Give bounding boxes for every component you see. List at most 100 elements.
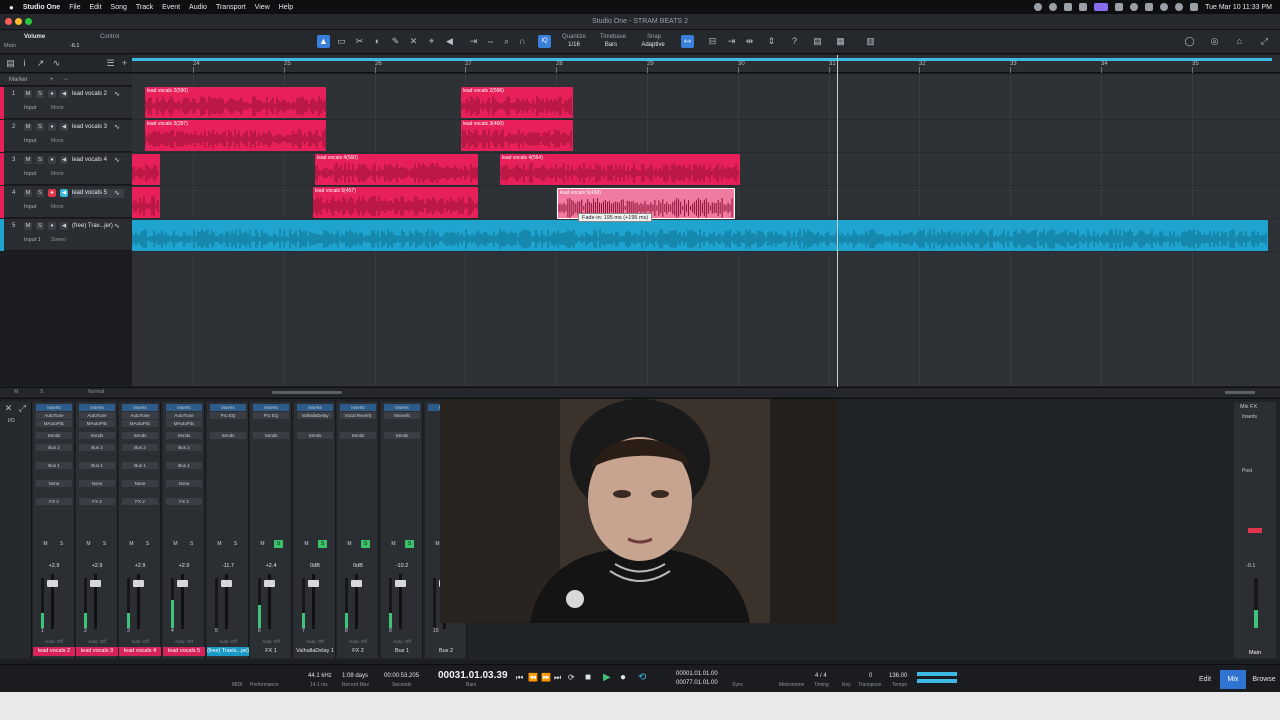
track-input-select[interactable]: Input <box>24 171 36 177</box>
snap-select[interactable]: Adaptive <box>638 42 668 48</box>
nudge-icon[interactable]: ⇹ <box>743 35 756 48</box>
menu-audio[interactable]: Audio <box>189 4 207 11</box>
sync-icon[interactable]: ◎ <box>1208 35 1221 48</box>
midi-label[interactable]: MIDI <box>232 682 243 688</box>
menu-track[interactable]: Track <box>136 4 153 11</box>
channel-name[interactable]: (free) Travis...pe) <box>207 647 249 656</box>
input-select[interactable]: None <box>79 480 115 487</box>
insert-slot[interactable]: Inserts <box>297 404 333 411</box>
track-header[interactable]: 5 M S ● ◀ (free) Trav...jer) ∿ Input 1 Stereo <box>0 219 132 251</box>
fullscreen-icon[interactable]: ⤢ <box>1258 35 1271 48</box>
sends-slot[interactable]: Sends <box>79 432 115 439</box>
sync-label[interactable]: Sync <box>732 682 743 688</box>
tempo-value[interactable]: 136.00 <box>889 673 907 679</box>
output-bus[interactable]: Bus 1 <box>122 462 158 469</box>
input-select[interactable]: None <box>166 480 202 487</box>
ruler-bar-label[interactable]: 35 <box>1192 61 1199 67</box>
channel-name[interactable]: lead vocals 4 <box>119 647 161 656</box>
track-header[interactable]: 1 M S ● ◀ lead vocals 2 ∿ Input Mono <box>0 87 132 119</box>
channel-mute-button[interactable]: M <box>127 540 136 548</box>
audio-clip[interactable]: lead vocals 3(397) <box>145 120 326 151</box>
user-icon[interactable]: ◯ <box>1183 35 1196 48</box>
channel-volume[interactable]: +2.9 <box>119 563 161 569</box>
zoom-slider[interactable] <box>1225 391 1255 394</box>
eraser-tool-icon[interactable]: ◐ <box>371 35 384 48</box>
ruler-bar-label[interactable]: 32 <box>919 61 926 67</box>
channel-fader[interactable] <box>177 580 188 587</box>
sends-slot[interactable]: Sends <box>384 432 420 439</box>
track-solo-button[interactable]: S <box>36 222 44 230</box>
channel-name[interactable]: FX 2 <box>337 647 379 656</box>
insert-slot[interactable]: Mixverb <box>384 412 420 419</box>
status-icon[interactable] <box>1079 3 1088 11</box>
zoom-fit-horizontal-icon[interactable]: ⇔ <box>484 35 497 48</box>
io-label[interactable]: I/O <box>8 418 15 424</box>
channel-mute-button[interactable]: M <box>41 540 50 548</box>
status-icon[interactable] <box>1145 3 1154 11</box>
split-tool-icon[interactable]: ✂ <box>353 35 366 48</box>
iq-button[interactable]: IQ <box>538 35 551 48</box>
track-solo-button[interactable]: S <box>36 90 44 98</box>
bend-tool-icon[interactable]: ⌖ <box>425 35 438 48</box>
audio-clip[interactable]: lead vocals 5(457) <box>313 187 478 218</box>
input-select[interactable]: None <box>36 480 72 487</box>
playhead[interactable] <box>837 55 838 387</box>
channel-volume[interactable]: 0dB <box>294 563 336 569</box>
listen-tool-icon[interactable]: ◀ <box>443 35 456 48</box>
track-mute-button[interactable]: M <box>24 90 32 98</box>
main-volume[interactable]: -0.1 <box>1246 563 1255 569</box>
automation-mode[interactable]: Auto: Off <box>207 639 249 644</box>
audio-clip[interactable] <box>132 187 160 218</box>
loop-follow-icon[interactable]: ⊟ <box>706 35 719 48</box>
return-to-zero-icon[interactable]: ⏮ <box>516 673 523 683</box>
channel-solo-button[interactable]: S <box>274 540 283 548</box>
ruler-bar-label[interactable]: 28 <box>556 61 563 67</box>
insert-slot[interactable]: Inserts <box>384 404 420 411</box>
browse-view-button[interactable]: Browse <box>1250 670 1278 689</box>
mix-view-button[interactable]: Mix <box>1220 670 1246 689</box>
channel-volume[interactable]: 0dB <box>337 563 379 569</box>
snap-toggle-icon[interactable]: ⇿ <box>681 35 694 48</box>
fx-send[interactable]: FX 2 <box>36 498 72 505</box>
channel-solo-button[interactable]: S <box>405 540 414 548</box>
track-input-select[interactable]: Input 1 <box>24 237 41 243</box>
input-select[interactable]: None <box>122 480 158 487</box>
track-channel-mode[interactable]: Mono <box>51 105 64 111</box>
insert-slot[interactable]: AutoTune <box>122 412 158 419</box>
channel-volume[interactable]: -11.7 <box>207 563 249 569</box>
headphones-icon[interactable]: ∩ <box>516 35 529 48</box>
sends-slot[interactable]: Sends <box>36 432 72 439</box>
channel-fader[interactable] <box>90 580 101 587</box>
insert-slot[interactable]: Inserts <box>122 404 158 411</box>
track-mute-button[interactable]: M <box>24 156 32 164</box>
track-channel-mode[interactable]: Mono <box>51 138 64 144</box>
channel-fader[interactable] <box>351 580 362 587</box>
track-mute-button[interactable]: M <box>24 189 32 197</box>
add-marker-icon[interactable]: + <box>50 74 54 86</box>
bars-time[interactable]: 00031.01.03.39 <box>438 670 508 681</box>
channel-volume[interactable]: +2.9 <box>76 563 118 569</box>
channel-name[interactable]: lead vocals 2 <box>33 647 75 656</box>
waveform-icon[interactable]: ∿ <box>114 123 120 131</box>
waveform-icon[interactable]: ∿ <box>114 90 120 98</box>
ruler-bar-label[interactable]: 27 <box>465 61 472 67</box>
channel-mute-button[interactable]: M <box>345 540 354 548</box>
timing-label[interactable]: Timing <box>814 682 829 688</box>
track-monitor-button[interactable]: ◀ <box>60 90 68 98</box>
ruler-bar-label[interactable]: 26 <box>375 61 382 67</box>
automation-mode[interactable]: Auto: Off <box>163 639 205 644</box>
screen-record-icon[interactable] <box>1094 3 1109 11</box>
channel-name[interactable]: Bus 2 <box>425 647 467 656</box>
search-icon[interactable]: ⌕ <box>500 35 513 48</box>
sends-slot[interactable]: Sends <box>166 432 202 439</box>
channel-mute-button[interactable]: M <box>171 540 180 548</box>
loop-end[interactable]: 00077.01.01.00 <box>676 680 718 686</box>
autoscroll-icon[interactable]: ⇥ <box>725 35 738 48</box>
track-record-button[interactable]: ● <box>48 189 56 197</box>
output-bus[interactable]: Bus 1 <box>79 462 115 469</box>
home-icon[interactable]: ⌂ <box>1233 35 1246 48</box>
insert-slot[interactable]: Vocal Reverb <box>340 412 376 419</box>
track-monitor-button[interactable]: ◀ <box>60 156 68 164</box>
status-icon[interactable] <box>1049 3 1058 11</box>
time-signature[interactable]: 4 / 4 <box>815 673 827 679</box>
